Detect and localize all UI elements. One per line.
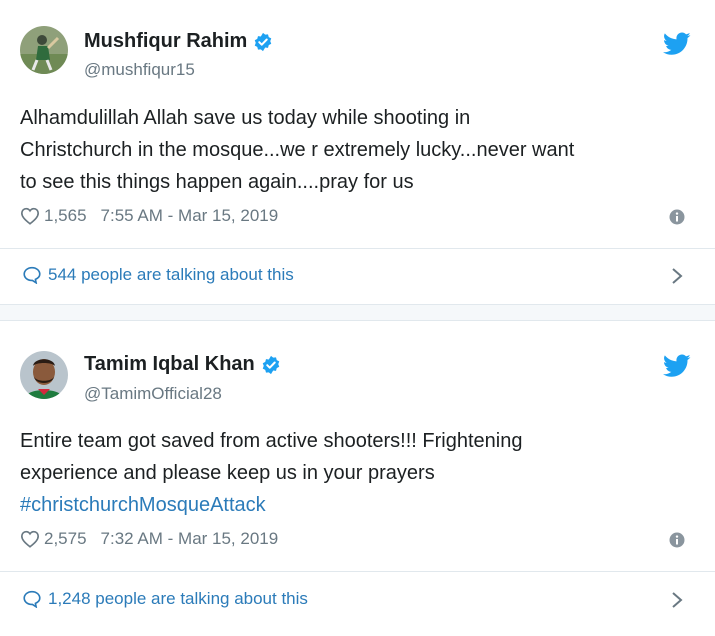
heart-icon[interactable] bbox=[20, 530, 40, 548]
twitter-bird-icon[interactable] bbox=[663, 32, 691, 56]
tweet-timestamp[interactable]: 7:32 AM - Mar 15, 2019 bbox=[101, 529, 279, 549]
avatar[interactable] bbox=[20, 351, 68, 399]
hashtag-link[interactable]: #christchurchMosqueAttack bbox=[20, 494, 266, 516]
tweet-meta: 2,575 7:32 AM - Mar 15, 2019 bbox=[20, 529, 278, 549]
author-name[interactable]: Mushfiqur Rahim bbox=[84, 30, 247, 53]
tweet-body: Entire team got saved from active shoote… bbox=[20, 430, 523, 484]
conversation-link[interactable]: 544 people are talking about this bbox=[22, 265, 294, 285]
speech-bubble-icon bbox=[23, 266, 41, 284]
tweet-meta: 1,565 7:55 AM - Mar 15, 2019 bbox=[20, 206, 278, 226]
tweet-text: Alhamdulillah Allah save us today while … bbox=[20, 107, 575, 193]
divider bbox=[0, 248, 715, 249]
conversation-count[interactable]: 544 people are talking about this bbox=[48, 265, 294, 285]
conversation-count[interactable]: 1,248 people are talking about this bbox=[48, 589, 308, 609]
avatar[interactable] bbox=[20, 26, 68, 74]
info-icon[interactable] bbox=[669, 209, 685, 225]
author-row: Mushfiqur Rahim bbox=[84, 30, 273, 53]
author-handle[interactable]: @TamimOfficial28 bbox=[84, 384, 222, 404]
verified-badge-icon bbox=[262, 355, 280, 374]
like-count[interactable]: 2,575 bbox=[44, 529, 87, 549]
verified-badge-icon bbox=[255, 32, 272, 51]
tweet-timestamp[interactable]: 7:55 AM - Mar 15, 2019 bbox=[101, 206, 279, 226]
author-row: Tamim Iqbal Khan bbox=[84, 353, 281, 376]
author-name[interactable]: Tamim Iqbal Khan bbox=[84, 353, 255, 376]
conversation-link[interactable]: 1,248 people are talking about this bbox=[22, 589, 308, 609]
chevron-right-icon[interactable] bbox=[671, 267, 683, 285]
like-count[interactable]: 1,565 bbox=[44, 206, 87, 226]
tweet-separator bbox=[0, 305, 715, 320]
tweet-card: Mushfiqur Rahim @mushfiqur15 Alhamdulill… bbox=[0, 0, 715, 305]
speech-bubble-icon bbox=[23, 590, 41, 608]
divider bbox=[0, 571, 715, 572]
chevron-right-icon[interactable] bbox=[671, 591, 683, 609]
twitter-bird-icon[interactable] bbox=[663, 354, 691, 378]
heart-icon[interactable] bbox=[20, 207, 40, 225]
tweet-card: Tamim Iqbal Khan @TamimOfficial28 Entire… bbox=[0, 320, 715, 636]
info-icon[interactable] bbox=[669, 532, 685, 548]
author-handle[interactable]: @mushfiqur15 bbox=[84, 60, 195, 80]
tweet-text: Entire team got saved from active shoote… bbox=[20, 425, 690, 521]
